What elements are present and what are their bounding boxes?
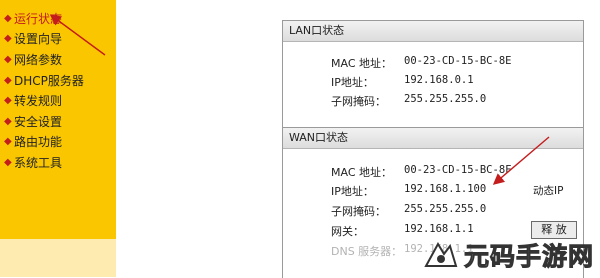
bullet-icon: ◆	[4, 115, 12, 127]
watermark-logo-icon	[424, 242, 458, 267]
wan-ip-value: 192.168.1.100	[404, 183, 487, 195]
wan-mask-label: 子网掩码：	[331, 205, 386, 218]
watermark: 元码手游网	[424, 237, 594, 273]
sidebar-item-setup-wizard[interactable]: ◆ 设置向导	[4, 29, 84, 50]
wan-mask-row: 子网掩码： 255.255.255.0	[283, 203, 583, 221]
lan-ip-value: 192.168.0.1	[404, 74, 474, 86]
wan-gateway-value: 192.168.1.1	[404, 223, 474, 235]
bullet-icon: ◆	[4, 33, 12, 45]
lan-ip-label: IP地址：	[331, 76, 374, 89]
sidebar-item-dhcp[interactable]: ◆ DHCP服务器	[4, 70, 84, 91]
bullet-icon: ◆	[4, 95, 12, 107]
sidebar-item-forwarding[interactable]: ◆ 转发规则	[4, 90, 84, 111]
sidebar: ◆ 运行状态 ◆ 设置向导 ◆ 网络参数 ◆ DHCP服务器 ◆ 转发规则 ◆ 安全设置 ◆…	[0, 0, 116, 277]
lan-mask-label: 子网掩码：	[331, 95, 386, 108]
sidebar-item-routing[interactable]: ◆ 路由功能	[4, 132, 84, 153]
wan-panel-title: WAN口状态	[283, 128, 583, 149]
lan-mac-row: MAC 地址： 00-23-CD-15-BC-8E	[283, 55, 583, 73]
wan-dns-label: DNS 服务器：	[331, 245, 403, 258]
sidebar-item-system-tools[interactable]: ◆ 系统工具	[4, 152, 84, 173]
wan-ip-label: IP地址：	[331, 185, 374, 198]
wan-mac-value: 00-23-CD-15-BC-8F	[404, 164, 512, 176]
lan-ip-row: IP地址： 192.168.0.1	[283, 74, 583, 92]
lan-mask-row: 子网掩码： 255.255.255.0	[283, 93, 583, 111]
lan-status-panel: LAN口状态 MAC 地址： 00-23-CD-15-BC-8E IP地址： 1…	[282, 20, 584, 128]
wan-ip-row: IP地址： 192.168.1.100 动态IP	[283, 183, 583, 201]
bullet-icon: ◆	[4, 156, 12, 168]
lan-mac-label: MAC 地址：	[331, 57, 392, 70]
wan-mask-value: 255.255.255.0	[404, 203, 487, 215]
wan-mac-row: MAC 地址： 00-23-CD-15-BC-8F	[283, 164, 583, 182]
bullet-icon: ◆	[4, 136, 12, 148]
lan-mac-value: 00-23-CD-15-BC-8E	[404, 55, 512, 67]
lan-panel-title: LAN口状态	[283, 21, 583, 42]
bullet-icon: ◆	[4, 74, 12, 86]
wan-mac-label: MAC 地址：	[331, 166, 392, 179]
watermark-text: 元码手游网	[463, 242, 594, 272]
lan-mask-value: 255.255.255.0	[404, 93, 487, 105]
sidebar-menu: ◆ 运行状态 ◆ 设置向导 ◆ 网络参数 ◆ DHCP服务器 ◆ 转发规则 ◆ 安全设置 ◆…	[4, 8, 84, 173]
sidebar-item-status[interactable]: ◆ 运行状态	[4, 8, 84, 29]
sidebar-item-security[interactable]: ◆ 安全设置	[4, 111, 84, 132]
bullet-icon: ◆	[4, 53, 12, 65]
bullet-icon: ◆	[4, 12, 12, 24]
wan-gateway-label: 网关：	[331, 225, 364, 238]
sidebar-bottom-fade	[0, 239, 116, 277]
wan-ip-type: 动态IP	[533, 185, 564, 197]
sidebar-item-network[interactable]: ◆ 网络参数	[4, 49, 84, 70]
